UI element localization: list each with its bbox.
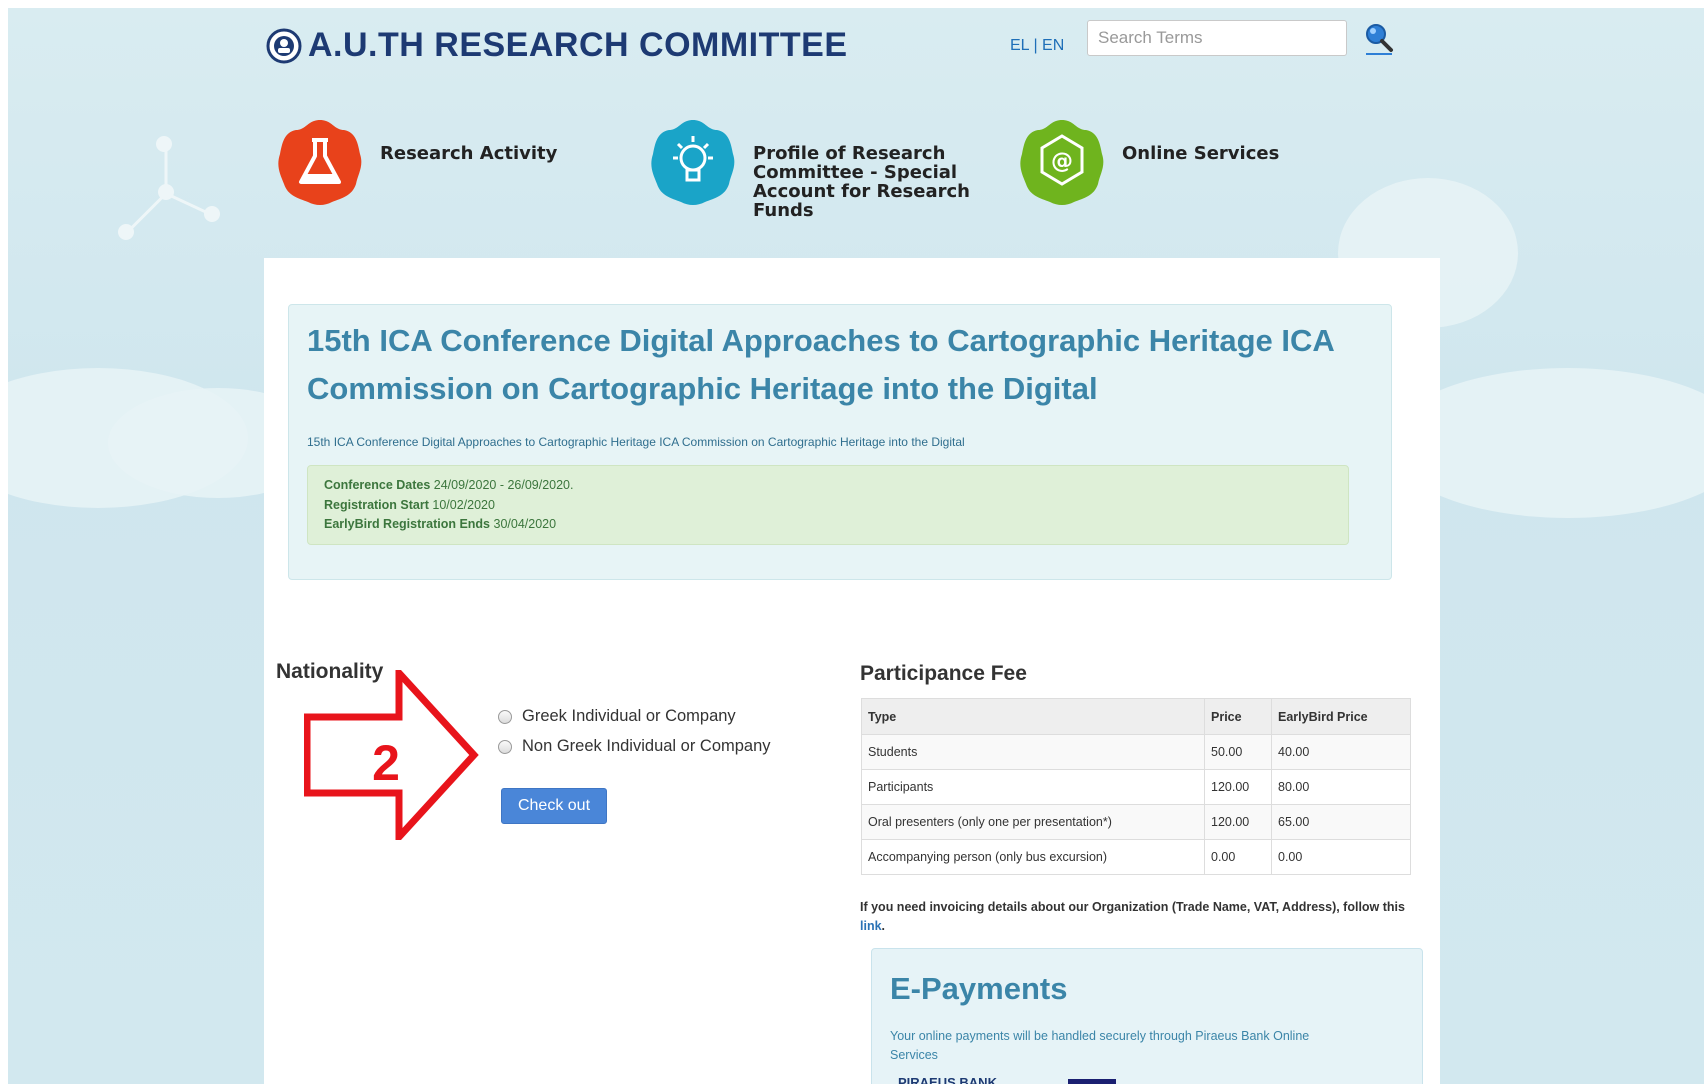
earlybird-label: EarlyBird Registration Ends [324,517,491,531]
table-row: Accompanying person (only bus excursion)… [861,839,1411,875]
earlybird-row: EarlyBird Registration Ends 30/04/2020 [324,515,1332,535]
molecule-decoration [164,145,168,196]
table-cell: 0.00 [1271,839,1411,875]
table-cell: 120.00 [1204,769,1272,805]
column-header-type: Type [861,698,1205,735]
conference-title: 15th ICA Conference Digital Approaches t… [307,323,1334,406]
registration-start-row: Registration Start 10/02/2020 [324,496,1332,516]
annotation-step-label: 2 [372,735,400,791]
registration-start-value: 10/02/2020 [432,497,495,512]
mastercard-icon [1068,1079,1116,1084]
radio-button[interactable] [498,739,512,754]
e-payments-panel: E-Payments Your online payments will be … [871,948,1423,1084]
nav-online-label: Online Services [1122,144,1279,210]
earlybird-value: 30/04/2020 [493,517,557,531]
table-cell: Accompanying person (only bus excursion) [861,839,1205,875]
university-seal-icon [266,28,302,63]
conference-dates-row: Conference Dates 24/09/2020 - 26/09/2020… [324,476,1332,496]
nav-research-activity[interactable]: Research Activity [272,114,557,210]
table-cell: Students [861,734,1205,770]
svg-text:@: @ [1051,149,1073,174]
conference-info-panel: 15th ICA Conference Digital Approaches t… [288,304,1392,580]
table-row: Students 50.00 40.00 [861,734,1411,770]
nav-label-line: Research Activity [380,143,558,164]
nav-label-line: Profile of Research [753,143,946,164]
annotation-arrow-icon: 2 [304,670,479,840]
checkout-button[interactable]: Check out [501,788,607,824]
nav-label-line: Funds [753,200,814,221]
conference-dates-value: 24/09/2020 - 26/09/2020. [433,478,574,492]
invoice-note-text: If you need invoicing details about our … [860,900,1405,914]
search-input[interactable] [1087,20,1347,56]
nav-label-line: Online Services [1122,143,1280,164]
radio-button[interactable] [498,709,512,724]
registration-start-label: Registration Start [324,497,429,512]
table-cell: 40.00 [1271,734,1411,770]
radio-non-greek-option[interactable]: Non Greek Individual or Company [498,737,771,756]
table-cell: 80.00 [1271,769,1411,805]
page-frame: A.U.TH RESEARCH COMMITTEE EL | EN Resear… [8,8,1704,1084]
column-header-earlybird-price: EarlyBird Price [1271,698,1411,735]
conference-dates-box: Conference Dates 24/09/2020 - 26/09/2020… [307,465,1349,545]
lang-en-link[interactable]: EN [1042,37,1064,54]
e-payments-text: Your online payments will be handled sec… [890,1029,1310,1062]
lang-separator: | [1033,37,1038,54]
table-cell: 120.00 [1204,804,1272,840]
participance-fee-heading: Participance Fee [860,662,1027,685]
table-header-row: Type Price EarlyBird Price [861,698,1411,735]
search-icon[interactable] [1364,22,1394,56]
invoice-details-link[interactable]: link [860,919,882,933]
nav-online-services[interactable]: @ Online Services [1014,114,1279,210]
site-logo[interactable]: A.U.TH RESEARCH COMMITTEE [266,26,848,65]
table-row: Participants 120.00 80.00 [861,769,1411,805]
table-cell: Oral presenters (only one per presentati… [861,804,1205,840]
table-cell: 50.00 [1204,734,1272,770]
molecule-decoration [165,192,209,215]
flask-icon [278,120,362,205]
piraeus-bank-logo: PIRAEUS BANK [898,1075,997,1084]
radio-greek-label[interactable]: Greek Individual or Company [522,707,736,726]
radio-non-greek-label[interactable]: Non Greek Individual or Company [522,737,771,756]
table-cell: 0.00 [1204,839,1272,875]
conference-dates-label: Conference Dates [324,478,431,492]
table-cell: 65.00 [1271,804,1411,840]
nav-profile-research-committee[interactable]: Profile of Research Committee - Special … [645,114,970,220]
column-header-price: Price [1204,698,1272,735]
at-sign-icon: @ [1020,120,1104,205]
e-payments-heading: E-Payments [890,971,1068,1006]
lightbulb-icon [651,120,735,205]
molecule-decoration [122,192,168,237]
invoice-note: If you need invoicing details about our … [860,898,1420,936]
table-row: Oral presenters (only one per presentati… [861,804,1411,840]
nav-research-label: Research Activity [380,144,557,210]
nav-label-line: Account for Research [753,181,970,202]
conference-subtitle: 15th ICA Conference Digital Approaches t… [307,435,965,449]
nav-profile-label: Profile of Research Committee - Special … [753,144,970,220]
table-cell: Participants [861,769,1205,805]
language-switcher: EL | EN [1010,37,1064,55]
site-title: A.U.TH RESEARCH COMMITTEE [308,26,848,64]
invoice-note-end: . [881,919,886,933]
fee-table: Type Price EarlyBird Price Students 50.0… [861,698,1411,875]
nav-label-line: Committee - Special [753,162,958,183]
lang-el-link[interactable]: EL [1010,37,1029,54]
radio-greek-option[interactable]: Greek Individual or Company [498,707,736,726]
